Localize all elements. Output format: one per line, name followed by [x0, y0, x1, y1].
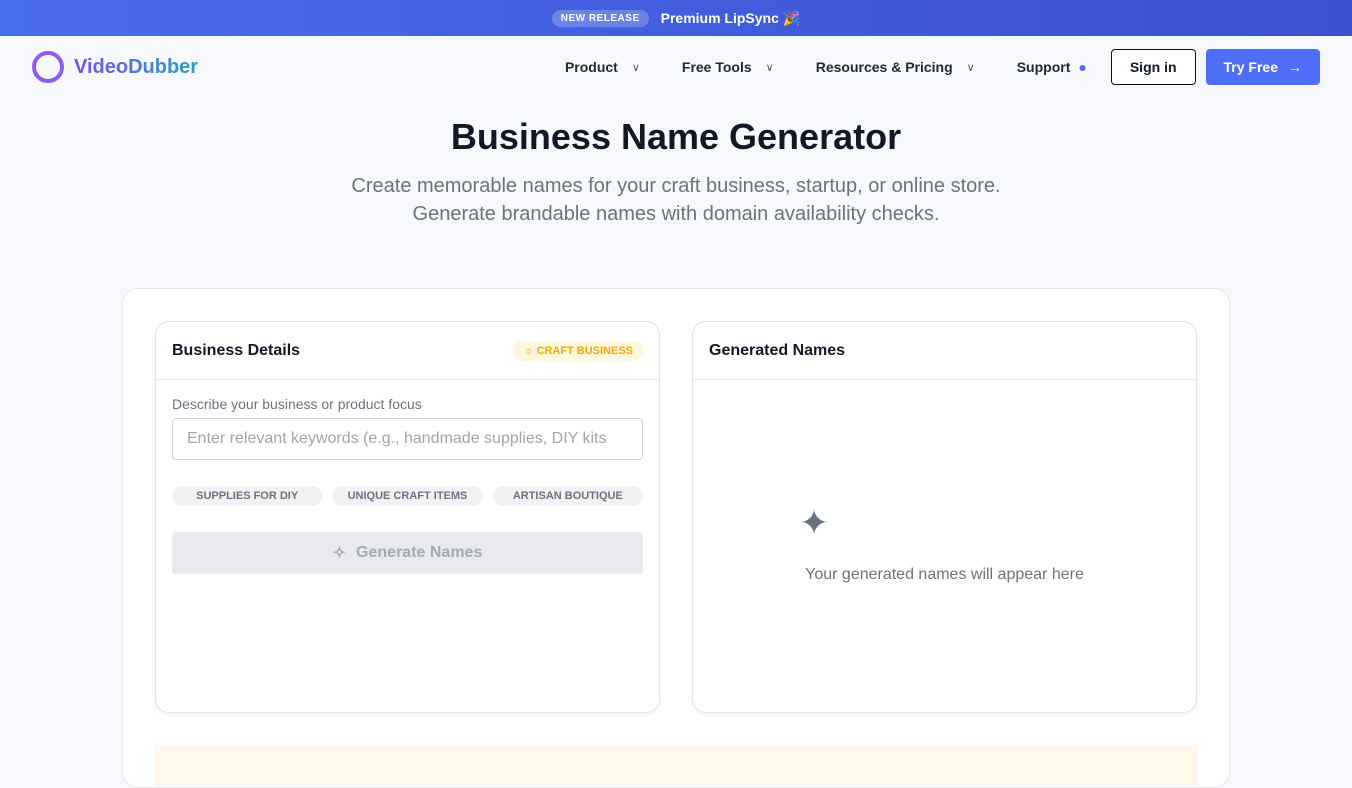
nav-label: Resources & Pricing [815, 59, 953, 75]
business-details-card: Business Details ☼ CRAFT BUSINESS Describ… [155, 321, 660, 713]
card-title: Business Details [172, 341, 301, 359]
sparkles-icon: ✦ [799, 502, 830, 543]
discord-icon: ● [1078, 59, 1087, 75]
logo-icon [32, 51, 64, 83]
generate-label: Generate Names [356, 544, 483, 561]
nav-product[interactable]: Product ∨ [565, 59, 640, 75]
craft-business-tag: ☼ CRAFT BUSINESS [513, 340, 643, 361]
try-free-button[interactable]: Try Free → [1205, 49, 1320, 85]
release-banner[interactable]: NEW RELEASE Premium LipSync 🎉 [0, 0, 1352, 36]
generate-names-button[interactable]: ✧ Generate Names [172, 532, 643, 574]
card-title: Generated Names [709, 341, 846, 359]
notice-strip [155, 745, 1197, 785]
new-release-badge: NEW RELEASE [551, 9, 649, 27]
navbar: VideoDubber Product ∨ Free Tools ∨ Resourc… [0, 36, 1352, 98]
nav-free-tools[interactable]: Free Tools ∨ [682, 59, 774, 75]
chevron-down-icon: ∨ [966, 61, 975, 74]
generated-names-card: Generated Names ✦ Your generated names w… [692, 321, 1197, 713]
nav-label: Support [1016, 59, 1071, 75]
keywords-input[interactable]: Enter relevant keywords (e.g., handmade … [172, 418, 643, 460]
nav-label: Free Tools [681, 59, 752, 75]
nav-label: Product [564, 59, 618, 75]
chevron-down-icon: ∨ [765, 61, 774, 74]
logo-text: VideoDubber [74, 55, 199, 78]
suggestion-chip[interactable]: SUPPLIES FOR DIY [172, 486, 323, 506]
nav-resources-pricing[interactable]: Resources & Pricing ∨ [816, 59, 975, 75]
sign-in-button[interactable]: Sign in [1110, 49, 1196, 85]
arrow-right-icon: → [1288, 59, 1302, 75]
empty-state-text: Your generated names will appear here [805, 566, 1084, 583]
tag-label: CRAFT BUSINESS [536, 344, 633, 357]
try-free-label: Try Free [1223, 59, 1278, 75]
banner-text[interactable]: Premium LipSync 🎉 [661, 10, 801, 27]
suggestion-chip[interactable]: UNIQUE CRAFT ITEMS [332, 486, 483, 506]
lightbulb-icon: ☼ [523, 344, 537, 357]
page-title: Business Name Generator [450, 116, 902, 157]
description-label: Describe your business or product focus [172, 396, 422, 412]
page-subtitle: Create memorable names for your craft bu… [351, 175, 1001, 225]
sparkles-icon: ✧ [332, 545, 347, 562]
nav-support[interactable]: Support ● [1017, 59, 1087, 75]
chevron-down-icon: ∨ [631, 61, 640, 74]
suggestion-chip[interactable]: ARTISAN BOUTIQUE [492, 486, 643, 506]
generator-panel: Business Details ☼ CRAFT BUSINESS Describ… [122, 288, 1230, 788]
logo[interactable]: VideoDubber [32, 51, 198, 83]
